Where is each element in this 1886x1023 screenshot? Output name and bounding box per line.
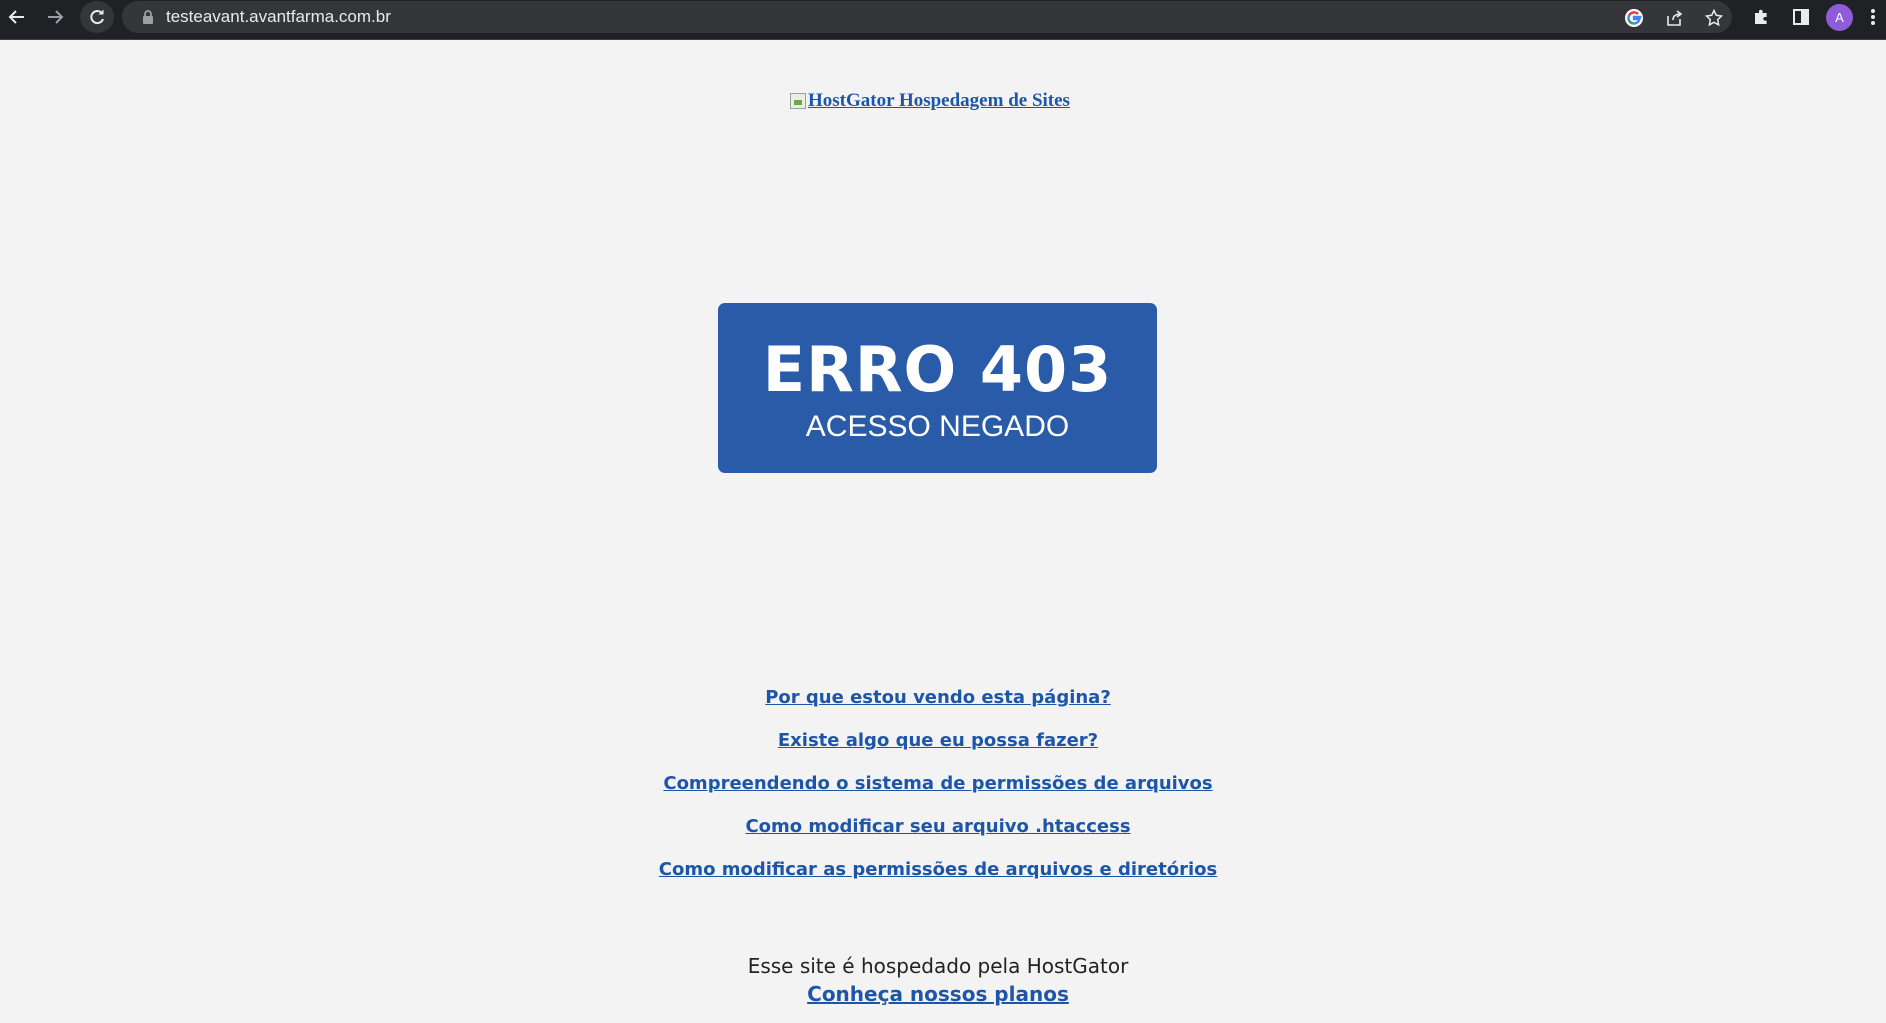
help-link-modify-permissions[interactable]: Como modificar as permissões de arquivos… xyxy=(0,856,1876,899)
menu-icon xyxy=(1871,8,1875,25)
error-title: ERRO 403 xyxy=(762,333,1113,406)
plans-link[interactable]: Conheça nossos planos xyxy=(0,982,1876,1006)
browser-toolbar: testeavant.avantfarma.com.br A xyxy=(0,0,1886,40)
profile-avatar[interactable]: A xyxy=(1826,4,1853,31)
error-subtitle: ACESSO NEGADO xyxy=(805,410,1070,443)
google-lens-button[interactable] xyxy=(1622,6,1646,30)
broken-image-icon xyxy=(790,93,806,109)
bookmark-button[interactable] xyxy=(1702,6,1726,30)
share-button[interactable] xyxy=(1662,6,1686,30)
browser-menu-button[interactable] xyxy=(1862,0,1884,33)
address-bar[interactable]: testeavant.avantfarma.com.br xyxy=(122,1,1732,33)
help-links: Por que estou vendo esta página? Existe … xyxy=(0,684,1876,899)
google-icon xyxy=(1625,9,1643,27)
hostgator-logo-link[interactable]: HostGator Hospedagem de Sites xyxy=(790,90,1070,112)
side-panel-button[interactable] xyxy=(1784,0,1818,33)
back-button[interactable] xyxy=(0,0,34,33)
help-link-permissions-system[interactable]: Compreendendo o sistema de permissões de… xyxy=(0,770,1876,813)
forward-icon xyxy=(48,9,64,24)
url-text[interactable]: testeavant.avantfarma.com.br xyxy=(166,8,391,26)
share-icon xyxy=(1667,10,1683,26)
help-link-htaccess[interactable]: Como modificar seu arquivo .htaccess xyxy=(0,813,1876,856)
extensions-icon xyxy=(1755,9,1767,24)
side-panel-icon xyxy=(1793,8,1809,25)
logo-alt-text: HostGator Hospedagem de Sites xyxy=(808,90,1070,111)
back-icon xyxy=(8,9,24,24)
error-banner: ERRO 403 ACESSO NEGADO xyxy=(718,303,1157,473)
forward-button[interactable] xyxy=(38,0,72,33)
help-link-why[interactable]: Por que estou vendo esta página? xyxy=(0,684,1876,727)
bookmark-star-icon xyxy=(1705,9,1723,27)
help-link-what-to-do[interactable]: Existe algo que eu possa fazer? xyxy=(0,727,1876,770)
reload-icon xyxy=(90,9,104,25)
hosted-by-text: Esse site é hospedado pela HostGator xyxy=(747,954,1129,978)
reload-button[interactable] xyxy=(80,1,114,33)
extensions-button[interactable] xyxy=(1744,0,1778,33)
lock-icon[interactable] xyxy=(142,10,154,24)
